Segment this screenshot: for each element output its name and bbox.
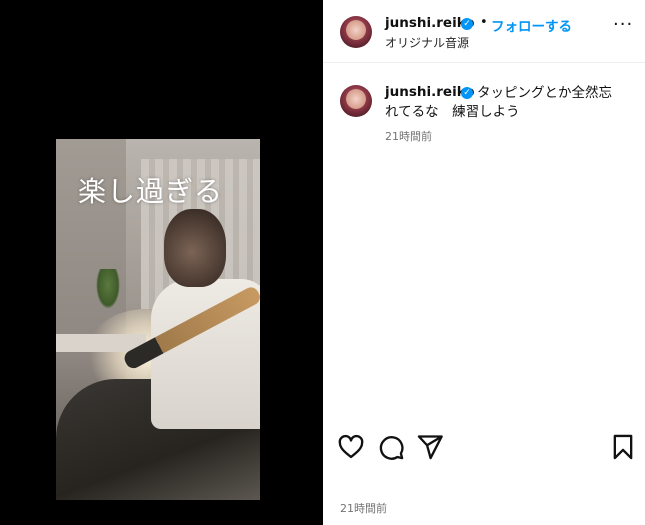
video-person-head (164, 209, 226, 287)
comment-verified-badge-icon: ✓ (461, 87, 473, 99)
video-caption: 楽し過ぎる (78, 175, 224, 208)
follow-button[interactable]: フォローする (491, 15, 572, 35)
bookmark-icon[interactable] (609, 433, 637, 461)
comment-avatar[interactable] (340, 85, 372, 117)
audio-label[interactable]: オリジナル音源 (385, 34, 469, 51)
comment-timestamp: 21時間前 (385, 130, 432, 143)
comment-text-line1: タッピングとか全然忘 (477, 85, 612, 101)
heart-icon[interactable] (337, 433, 365, 461)
action-bar (323, 433, 645, 473)
post-timestamp: 21時間前 (340, 502, 387, 515)
comment-icon[interactable] (377, 433, 405, 461)
share-icon[interactable] (416, 433, 444, 461)
post-header: junshi.reiko ✓ • フォローする オリジナル音源 ··· (323, 0, 645, 63)
header-separator: • (480, 15, 488, 30)
video-plant (96, 269, 120, 309)
avatar[interactable] (340, 16, 372, 48)
verified-badge-icon: ✓ (461, 18, 473, 30)
post-sidebar: junshi.reiko ✓ • フォローする オリジナル音源 ··· タッピン… (323, 0, 645, 525)
more-options-icon[interactable]: ··· (613, 14, 633, 35)
media-pane: 楽し過ぎる (0, 0, 323, 525)
comment-text-line2: れてるな 練習しよう (385, 104, 520, 120)
